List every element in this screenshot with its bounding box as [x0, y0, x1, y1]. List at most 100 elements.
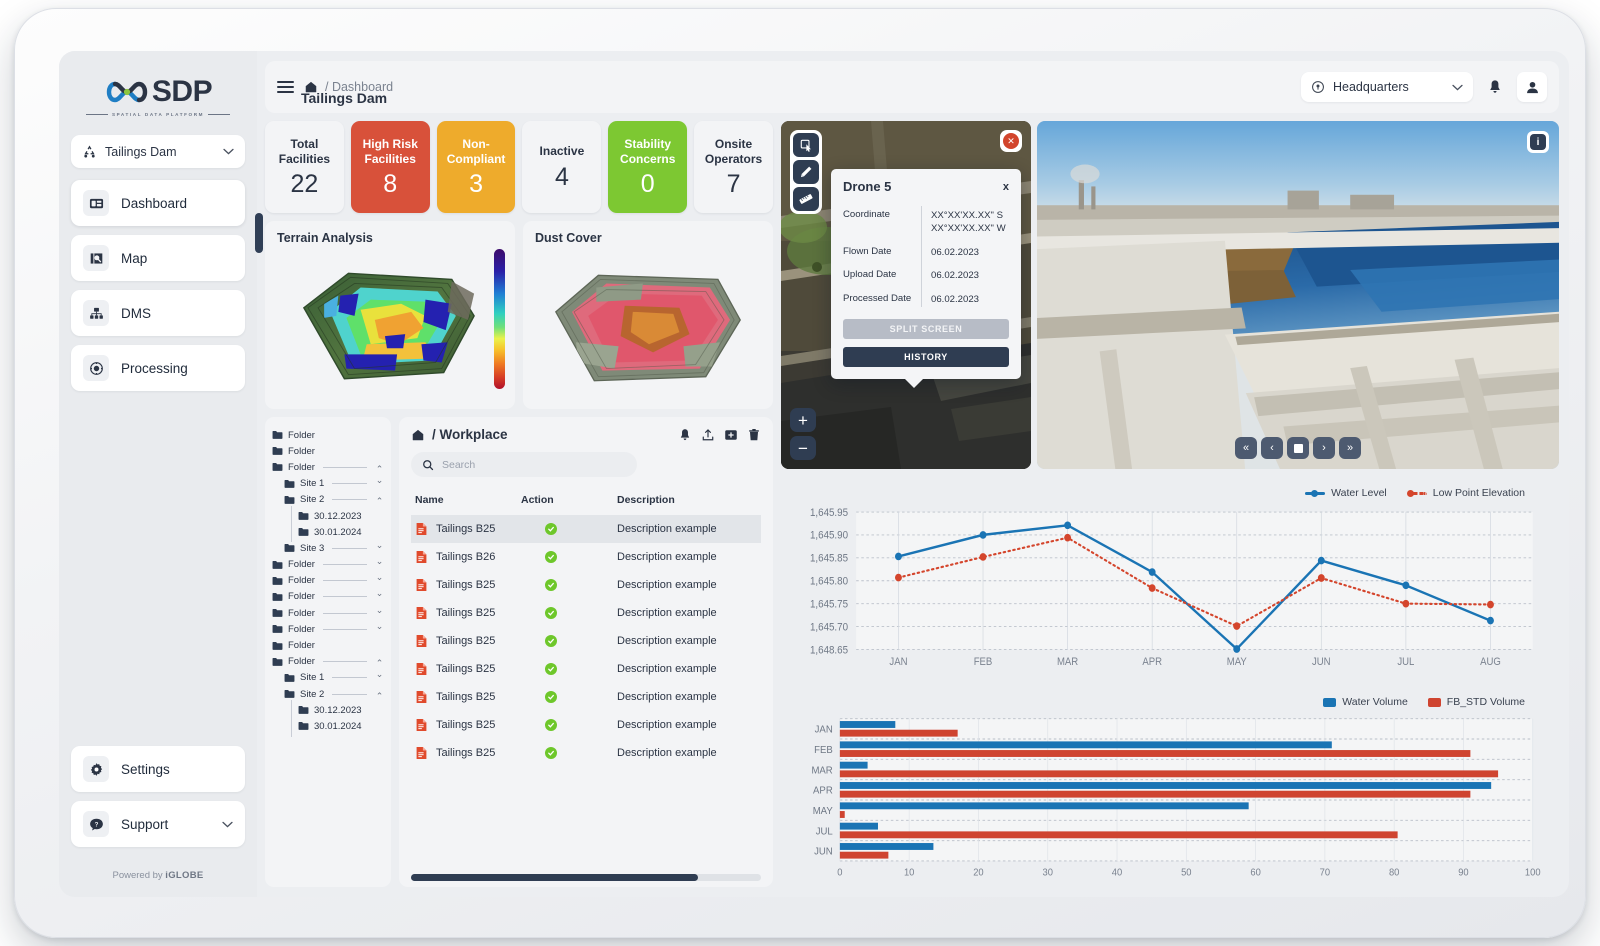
chart-data-point[interactable] [1064, 534, 1071, 542]
chart-data-point[interactable] [1233, 645, 1240, 653]
card-dust-cover[interactable]: Dust Cover [523, 221, 773, 409]
kpi-card-high-risk-facilities[interactable]: High RiskFacilities 8 [351, 121, 430, 213]
chart-data-point[interactable] [1487, 601, 1494, 609]
account-button[interactable] [1517, 72, 1547, 102]
chevron-down-icon[interactable]: ⌄ [375, 556, 384, 567]
tree-date-node[interactable]: 30.01.2024 [272, 524, 384, 540]
chart-bar[interactable] [840, 730, 958, 737]
kpi-card-non-compliant[interactable]: Non-Compliant 3 [437, 121, 516, 213]
chart-bar[interactable] [840, 811, 845, 818]
chevron-up-icon[interactable]: ⌃ [375, 691, 384, 702]
table-row[interactable]: Tailings B25Description example [411, 711, 761, 739]
tree-folder-node[interactable]: Folder⌄ [272, 557, 384, 573]
chart-bar[interactable] [840, 802, 1249, 809]
tree-folder-node[interactable]: Folder⌃ [272, 654, 384, 670]
table-row[interactable]: Tailings B25Description example [411, 683, 761, 711]
select-icon[interactable] [793, 133, 819, 157]
chart-data-point[interactable] [980, 531, 987, 539]
horizontal-scrollbar[interactable] [411, 874, 761, 881]
location-select[interactable]: Headquarters [1301, 72, 1473, 102]
tree-folder-node[interactable]: Folder⌄ [272, 605, 384, 621]
stop-button[interactable] [1287, 437, 1309, 459]
chart-bar[interactable] [840, 782, 1491, 789]
chart-bar[interactable] [840, 852, 889, 859]
chart-bar[interactable] [840, 791, 1471, 798]
tree-folder-node[interactable]: Site 1⌄ [272, 476, 384, 492]
kpi-card-onsite-operators[interactable]: OnsiteOperators 7 [694, 121, 773, 213]
chevron-down-icon[interactable]: ⌄ [375, 572, 384, 583]
tree-folder-node[interactable]: Folder⌄ [272, 621, 384, 637]
add-icon[interactable] [724, 428, 738, 442]
sidebar-item-support[interactable]: ? Support [71, 801, 245, 847]
tree-folder-node[interactable]: Folder [272, 637, 384, 653]
approved-status-icon[interactable] [545, 579, 557, 591]
kpi-card-inactive[interactable]: Inactive 4 [522, 121, 601, 213]
chart-bar[interactable] [840, 770, 1498, 777]
kpi-card-stability-concerns[interactable]: StabilityConcerns 0 [608, 121, 687, 213]
chevron-down-icon[interactable]: ⌄ [375, 540, 384, 551]
tree-folder-node[interactable]: Folder⌄ [272, 573, 384, 589]
chart-bar[interactable] [840, 823, 878, 830]
chevron-down-icon[interactable]: ⌄ [375, 605, 384, 616]
split-screen-button[interactable]: SPLIT SCREEN [843, 319, 1009, 339]
search-input[interactable] [442, 459, 626, 471]
chevron-down-icon[interactable]: ⌄ [375, 588, 384, 599]
chart-data-point[interactable] [980, 553, 987, 561]
approved-status-icon[interactable] [545, 523, 557, 535]
sidebar-item-map[interactable]: Map [71, 235, 245, 281]
skip-back-button[interactable]: « [1235, 437, 1257, 459]
drone-photo-panel[interactable]: i « ‹ › » [1037, 121, 1559, 469]
chevron-up-icon[interactable]: ⌃ [375, 496, 384, 507]
legend-item-water-level[interactable]: Water Level [1305, 487, 1387, 499]
photo-info-button[interactable]: i [1527, 131, 1549, 153]
search-box[interactable] [411, 452, 637, 477]
chart-data-point[interactable] [895, 574, 902, 582]
tree-folder-node[interactable]: Site 1⌄ [272, 670, 384, 686]
pencil-icon[interactable] [793, 160, 819, 184]
table-row[interactable]: Tailings B25Description example [411, 655, 761, 683]
chart-data-point[interactable] [1064, 521, 1071, 529]
tree-folder-node[interactable]: Site 3⌄ [272, 540, 384, 556]
kpi-card-total-facilities[interactable]: TotalFacilities 22 [265, 121, 344, 213]
approved-status-icon[interactable] [545, 635, 557, 647]
menu-toggle-button[interactable] [277, 81, 294, 93]
sidebar-item-dashboard[interactable]: Dashboard [71, 180, 245, 226]
legend-item-low-point-elevation[interactable]: Low Point Elevation [1407, 487, 1525, 499]
approved-status-icon[interactable] [545, 551, 557, 563]
ruler-icon[interactable] [793, 187, 819, 211]
chart-bar[interactable] [840, 831, 1398, 838]
chart-bar[interactable] [840, 762, 868, 769]
drone-popup-close-button[interactable]: x [1003, 181, 1009, 193]
tree-date-node[interactable]: 30.12.2023 [272, 508, 384, 524]
table-row[interactable]: Tailings B25Description example [411, 739, 761, 767]
chevron-down-icon[interactable]: ⌄ [375, 621, 384, 632]
legend-item-fb-std-volume[interactable]: FB_STD Volume [1428, 696, 1525, 708]
tree-folder-node[interactable]: Folder⌄ [272, 589, 384, 605]
next-button[interactable]: › [1313, 437, 1335, 459]
chevron-down-icon[interactable]: ⌄ [375, 669, 384, 680]
prev-button[interactable]: ‹ [1261, 437, 1283, 459]
approved-status-icon[interactable] [545, 719, 557, 731]
chart-bar[interactable] [840, 721, 895, 728]
table-row[interactable]: Tailings B25Description example [411, 599, 761, 627]
skip-forward-button[interactable]: » [1339, 437, 1361, 459]
chart-bar[interactable] [840, 750, 1471, 757]
table-row[interactable]: Tailings B25Description example [411, 571, 761, 599]
trash-icon[interactable] [747, 428, 761, 442]
table-row[interactable]: Tailings B25Description example [411, 627, 761, 655]
bell-icon[interactable] [678, 428, 692, 442]
tree-folder-node[interactable]: Folder⌃ [272, 459, 384, 475]
approved-status-icon[interactable] [545, 607, 557, 619]
zoom-in-button[interactable]: + [790, 408, 816, 432]
sidebar-item-processing[interactable]: Processing [71, 345, 245, 391]
approved-status-icon[interactable] [545, 747, 557, 759]
tree-folder-node[interactable]: Folder [272, 443, 384, 459]
chart-bar[interactable] [840, 741, 1332, 748]
history-button[interactable]: HISTORY [843, 347, 1009, 367]
sidebar-item-dms[interactable]: DMS [71, 290, 245, 336]
chart-data-point[interactable] [895, 553, 902, 561]
notifications-button[interactable] [1482, 74, 1508, 100]
table-row[interactable]: Tailings B26Description example [411, 543, 761, 571]
chart-bar[interactable] [840, 843, 934, 850]
chart-data-point[interactable] [1402, 581, 1409, 589]
